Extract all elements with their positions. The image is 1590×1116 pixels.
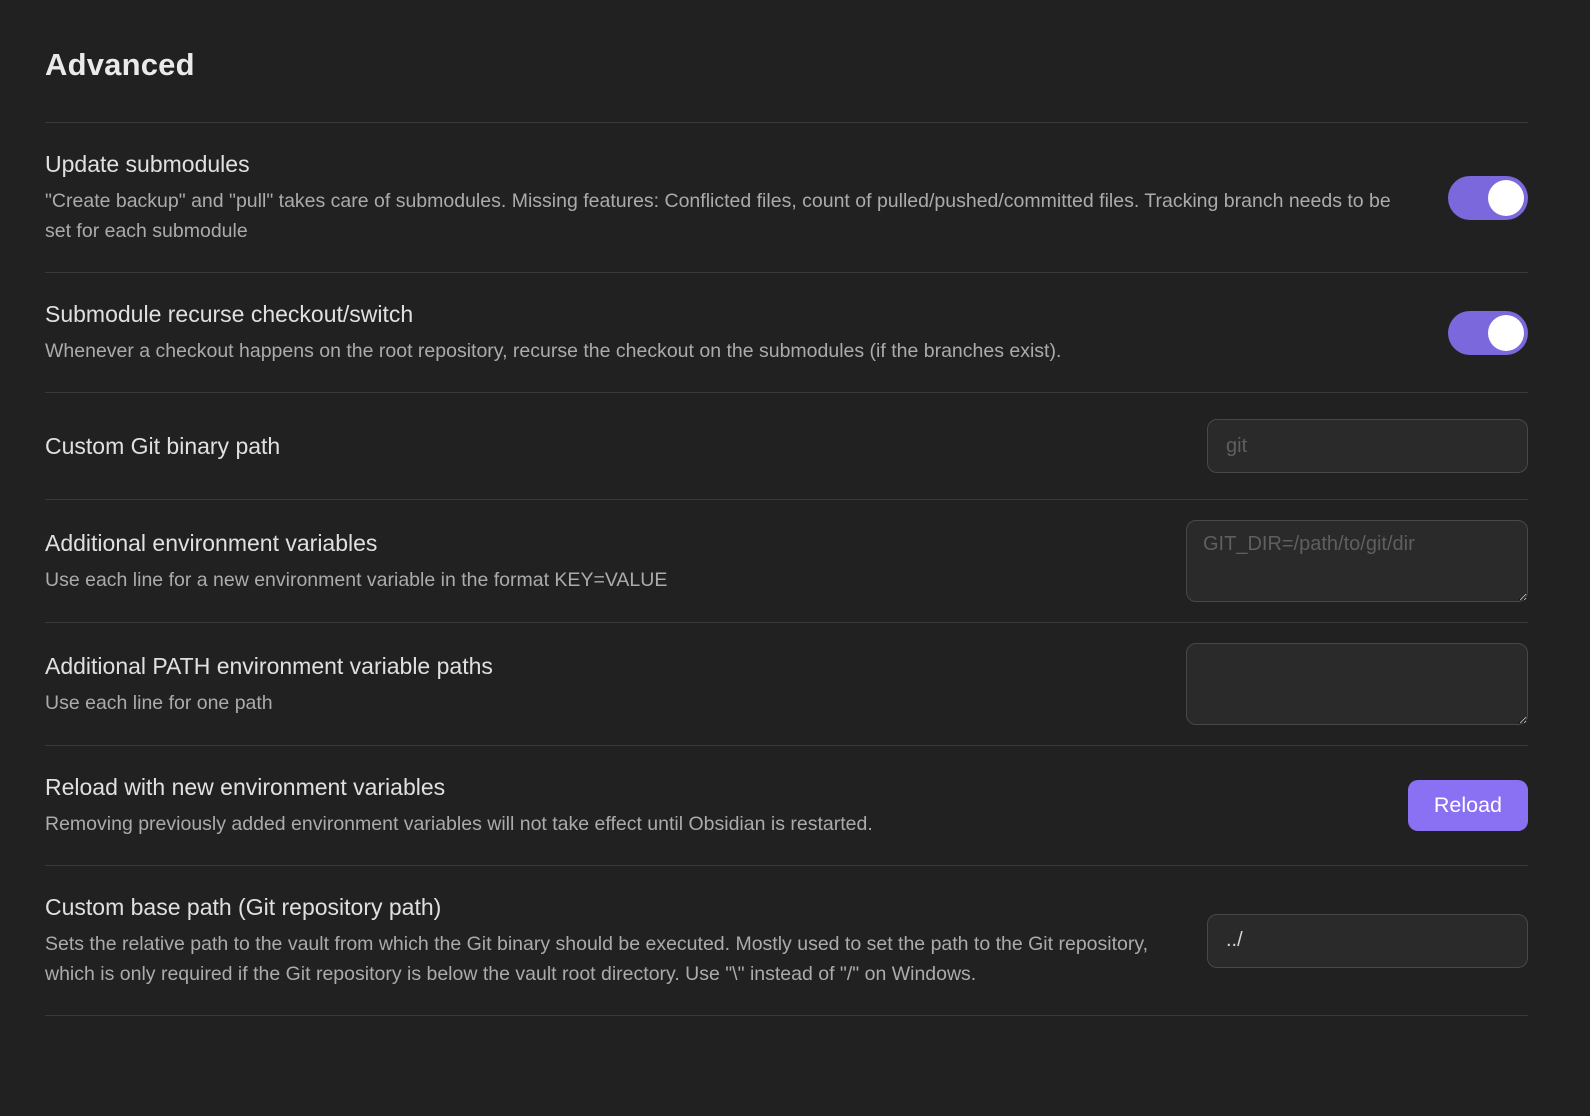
git-binary-path-input[interactable] — [1207, 419, 1528, 473]
setting-info: Additional PATH environment variable pat… — [45, 651, 1154, 718]
setting-info: Custom base path (Git repository path) S… — [45, 892, 1175, 989]
setting-row-submodule-recurse: Submodule recurse checkout/switch Whenev… — [45, 273, 1528, 393]
submodule-recurse-toggle[interactable] — [1448, 311, 1528, 355]
env-vars-textarea[interactable] — [1186, 520, 1528, 602]
setting-description: Use each line for one path — [45, 688, 1154, 718]
update-submodules-toggle[interactable] — [1448, 176, 1528, 220]
setting-name: Additional environment variables — [45, 528, 1154, 558]
setting-info: Update submodules "Create backup" and "p… — [45, 149, 1416, 246]
setting-row-reload-env: Reload with new environment variables Re… — [45, 746, 1528, 866]
setting-row-env-vars: Additional environment variables Use eac… — [45, 500, 1528, 623]
setting-control — [1207, 914, 1528, 968]
setting-row-path-env: Additional PATH environment variable pat… — [45, 623, 1528, 746]
setting-name: Custom Git binary path — [45, 431, 1175, 461]
page-title: Advanced — [45, 46, 1528, 84]
path-env-textarea[interactable] — [1186, 643, 1528, 725]
toggle-knob — [1488, 315, 1524, 351]
setting-name: Custom base path (Git repository path) — [45, 892, 1175, 922]
setting-row-custom-base-path: Custom base path (Git repository path) S… — [45, 866, 1528, 1016]
setting-control — [1207, 419, 1528, 473]
setting-name: Reload with new environment variables — [45, 772, 1376, 802]
setting-control: Reload — [1408, 780, 1528, 831]
setting-name: Update submodules — [45, 149, 1416, 179]
setting-description: "Create backup" and "pull" takes care of… — [45, 186, 1416, 246]
setting-row-update-submodules: Update submodules "Create backup" and "p… — [45, 123, 1528, 273]
setting-control — [1186, 643, 1528, 725]
toggle-knob — [1488, 180, 1524, 216]
setting-description: Use each line for a new environment vari… — [45, 565, 1154, 595]
setting-info: Submodule recurse checkout/switch Whenev… — [45, 299, 1416, 366]
settings-page: Advanced Update submodules "Create backu… — [0, 0, 1590, 1016]
setting-description: Removing previously added environment va… — [45, 809, 1376, 839]
setting-name: Submodule recurse checkout/switch — [45, 299, 1416, 329]
setting-info: Reload with new environment variables Re… — [45, 772, 1376, 839]
setting-info: Custom Git binary path — [45, 431, 1175, 461]
setting-row-git-binary-path: Custom Git binary path — [45, 393, 1528, 500]
base-path-input[interactable] — [1207, 914, 1528, 968]
setting-control — [1186, 520, 1528, 602]
setting-control — [1448, 176, 1528, 220]
setting-name: Additional PATH environment variable pat… — [45, 651, 1154, 681]
setting-control — [1448, 311, 1528, 355]
setting-description: Whenever a checkout happens on the root … — [45, 336, 1416, 366]
setting-description: Sets the relative path to the vault from… — [45, 929, 1175, 989]
setting-info: Additional environment variables Use eac… — [45, 528, 1154, 595]
reload-button[interactable]: Reload — [1408, 780, 1528, 831]
settings-list: Update submodules "Create backup" and "p… — [45, 122, 1528, 1016]
